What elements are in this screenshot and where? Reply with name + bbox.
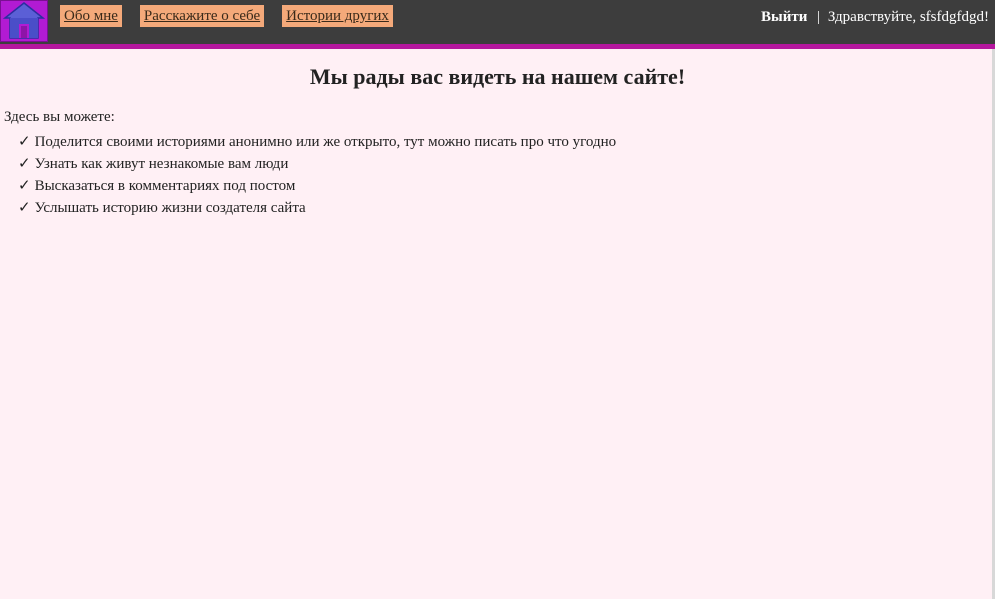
list-item: ✓ Услышать историю жизни создателя сайта (18, 197, 995, 219)
checkmark-icon: ✓ (18, 178, 31, 194)
list-item: ✓ Узнать как живут незнакомые вам люди (18, 153, 995, 175)
nav-link-others-stories[interactable]: Истории других (282, 5, 393, 27)
feature-text: Узнать как живут незнакомые вам люди (34, 156, 289, 172)
features-list: ✓ Поделится своими историями анонимно или… (0, 131, 995, 219)
page-title: Мы рады вас видеть на нашем сайте! (309, 64, 686, 89)
separator: | (817, 9, 821, 25)
user-area: Выйти | Здравствуйте, sfsfdgfdgd! (761, 7, 989, 27)
list-item: ✓ Высказаться в комментариях под постом (18, 175, 995, 197)
greeting-text: Здравствуйте, sfsfdgfdgd! (827, 9, 989, 25)
checkmark-icon: ✓ (18, 134, 31, 150)
feature-text: Поделится своими историями анонимно или … (34, 134, 617, 150)
checkmark-icon: ✓ (18, 156, 31, 172)
checkmark-icon: ✓ (18, 200, 31, 216)
intro-text: Здесь вы можете: (4, 109, 115, 125)
home-icon (1, 1, 47, 41)
top-navbar: Обо мне Расскажите о себе Истории других… (0, 0, 995, 49)
main-content: Мы рады вас видеть на нашем сайте! Здесь… (0, 49, 995, 219)
home-button[interactable] (0, 0, 48, 42)
feature-text: Услышать историю жизни создателя сайта (34, 200, 306, 216)
feature-text: Высказаться в комментариях под постом (34, 178, 296, 194)
list-item: ✓ Поделится своими историями анонимно или… (18, 131, 995, 153)
nav-link-about[interactable]: Обо мне (60, 5, 122, 27)
nav-link-tell-about-yourself[interactable]: Расскажите о себе (139, 5, 265, 27)
logout-link[interactable]: Выйти (761, 9, 807, 25)
nav-links: Обо мне Расскажите о себе Истории других (60, 5, 393, 27)
